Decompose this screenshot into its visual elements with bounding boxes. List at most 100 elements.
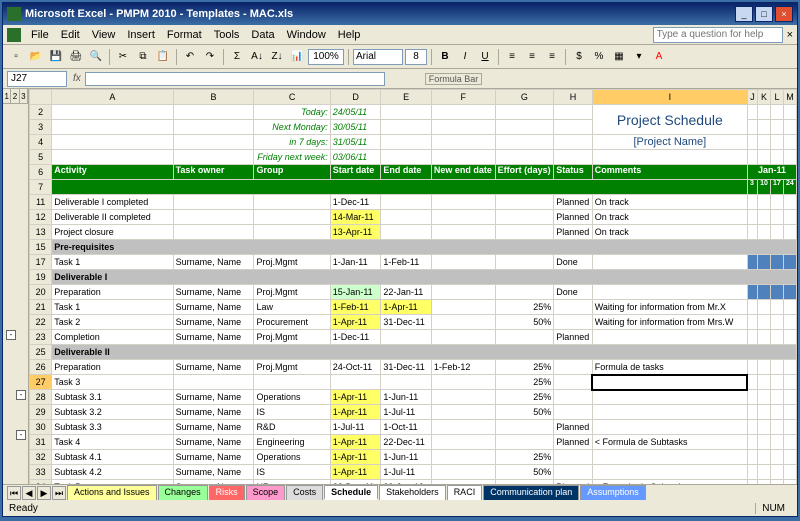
col-header[interactable]: A — [52, 90, 173, 105]
close-button[interactable]: × — [775, 6, 793, 22]
sheet-tab[interactable]: Assumptions — [580, 485, 646, 500]
col-header[interactable]: J — [747, 90, 757, 105]
spreadsheet-grid[interactable]: A B C D E F G H I J K L M 2Today:24/05/1… — [29, 89, 797, 484]
col-header[interactable]: L — [771, 90, 784, 105]
outline-level-3[interactable]: 3 — [20, 89, 28, 103]
tab-nav-next[interactable]: ▶ — [37, 486, 51, 500]
currency-icon[interactable]: $ — [570, 48, 588, 66]
table-row[interactable]: 21Task 1Surname, NameLaw1-Feb-111-Apr-11… — [30, 300, 797, 315]
save-icon[interactable]: 💾 — [47, 48, 65, 66]
menu-view[interactable]: View — [86, 27, 122, 43]
redo-icon[interactable]: ↷ — [201, 48, 219, 66]
preview-icon[interactable]: 🔍 — [87, 48, 105, 66]
undo-icon[interactable]: ↶ — [181, 48, 199, 66]
outline-collapse-button[interactable]: - — [16, 390, 26, 400]
sheet-tab[interactable]: Stakeholders — [379, 485, 446, 500]
menu-edit[interactable]: Edit — [55, 27, 86, 43]
table-row[interactable]: 19Deliverable I — [30, 270, 797, 285]
sheet-tab[interactable]: Scope — [246, 485, 286, 500]
outline-column[interactable]: 1 2 3 - - - — [3, 89, 29, 484]
font-color-icon[interactable]: A — [650, 48, 668, 66]
col-header[interactable]: H — [554, 90, 592, 105]
outline-level-1[interactable]: 1 — [3, 89, 11, 103]
menu-help[interactable]: Help — [332, 27, 367, 43]
table-row[interactable]: 12Deliverable II completed14-Mar-11Plann… — [30, 210, 797, 225]
table-row[interactable]: 17Task 1Surname, NameProj.Mgmt1-Jan-111-… — [30, 255, 797, 270]
sheet-tab[interactable]: RACI — [447, 485, 483, 500]
italic-icon[interactable]: I — [456, 48, 474, 66]
col-header[interactable]: C — [254, 90, 330, 105]
bold-icon[interactable]: B — [436, 48, 454, 66]
align-left-icon[interactable]: ≡ — [503, 48, 521, 66]
sheet-tab[interactable]: Schedule — [324, 485, 378, 500]
name-box[interactable] — [7, 71, 67, 87]
col-header[interactable]: F — [431, 90, 495, 105]
table-row[interactable]: 29Subtask 3.2Surname, NameIS1-Apr-111-Ju… — [30, 405, 797, 420]
table-row[interactable]: 25Deliverable II — [30, 345, 797, 360]
col-header[interactable]: I — [592, 90, 747, 105]
outline-level-2[interactable]: 2 — [11, 89, 19, 103]
tab-nav-prev[interactable]: ◀ — [22, 486, 36, 500]
col-header[interactable]: D — [330, 90, 381, 105]
print-icon[interactable]: 🖨 — [67, 48, 85, 66]
sort-asc-icon[interactable]: A↓ — [248, 48, 266, 66]
cut-icon[interactable]: ✂ — [114, 48, 132, 66]
minimize-button[interactable]: _ — [735, 6, 753, 22]
tab-nav-last[interactable]: ⏭ — [52, 486, 66, 500]
menu-file[interactable]: File — [25, 27, 55, 43]
col-header[interactable]: E — [381, 90, 432, 105]
table-row[interactable]: 26PreparationSurname, NameProj.Mgmt24-Oc… — [30, 360, 797, 375]
new-icon[interactable]: ▫ — [7, 48, 25, 66]
sum-icon[interactable]: Σ — [228, 48, 246, 66]
titlebar[interactable]: Microsoft Excel - PMPM 2010 - Templates … — [3, 3, 797, 25]
close-workbook-button[interactable]: × — [787, 29, 793, 41]
table-row[interactable]: 13Project closure13-Apr-11PlannedOn trac… — [30, 225, 797, 240]
table-row[interactable]: 33Subtask 4.2Surname, NameIS1-Apr-111-Ju… — [30, 465, 797, 480]
align-center-icon[interactable]: ≡ — [523, 48, 541, 66]
fill-color-icon[interactable]: ▾ — [630, 48, 648, 66]
open-icon[interactable]: 📂 — [27, 48, 45, 66]
table-row[interactable]: 27Task 325% — [30, 375, 797, 390]
table-row[interactable]: 30Subtask 3.3Surname, NameR&D1-Jul-111-O… — [30, 420, 797, 435]
sheet-tab[interactable]: Communication plan — [483, 485, 579, 500]
font-select[interactable] — [353, 49, 403, 65]
paste-icon[interactable]: 📋 — [154, 48, 172, 66]
zoom-input[interactable] — [308, 49, 344, 65]
align-right-icon[interactable]: ≡ — [543, 48, 561, 66]
help-search-input[interactable] — [653, 27, 783, 43]
column-headers[interactable]: A B C D E F G H I J K L M — [30, 90, 797, 105]
borders-icon[interactable]: ▦ — [610, 48, 628, 66]
underline-icon[interactable]: U — [476, 48, 494, 66]
outline-collapse-button[interactable]: - — [6, 330, 16, 340]
table-row[interactable]: 28Subtask 3.1Surname, NameOperations1-Ap… — [30, 390, 797, 405]
chart-icon[interactable]: 📊 — [288, 48, 306, 66]
table-row[interactable]: 22Task 2Surname, NameProcurement1-Apr-11… — [30, 315, 797, 330]
table-row[interactable]: 20PreparationSurname, NameProj.Mgmt15-Ja… — [30, 285, 797, 300]
col-header[interactable]: B — [173, 90, 254, 105]
col-header[interactable]: G — [495, 90, 554, 105]
table-row[interactable]: 34Task 5Surname, NameHR22-Dec-1122-Jan-1… — [30, 480, 797, 485]
col-header[interactable]: M — [783, 90, 796, 105]
fx-icon[interactable]: fx — [73, 73, 81, 84]
tab-nav-first[interactable]: ⏮ — [7, 486, 21, 500]
sheet-tab[interactable]: Risks — [209, 485, 245, 500]
formula-bar[interactable] — [85, 72, 385, 86]
table-row[interactable]: 32Subtask 4.1Surname, NameOperations1-Ap… — [30, 450, 797, 465]
table-row[interactable]: 23CompletionSurname, NameProj.Mgmt1-Dec-… — [30, 330, 797, 345]
col-header[interactable]: K — [758, 90, 771, 105]
menu-tools[interactable]: Tools — [208, 27, 246, 43]
menu-insert[interactable]: Insert — [121, 27, 161, 43]
table-row[interactable]: 15Pre-requisites — [30, 240, 797, 255]
menu-window[interactable]: Window — [281, 27, 332, 43]
table-row[interactable]: 31Task 4Surname, NameEngineering1-Apr-11… — [30, 435, 797, 450]
select-all-button[interactable] — [30, 90, 52, 105]
percent-icon[interactable]: % — [590, 48, 608, 66]
menu-format[interactable]: Format — [161, 27, 208, 43]
font-size-select[interactable] — [405, 49, 427, 65]
maximize-button[interactable]: □ — [755, 6, 773, 22]
menu-data[interactable]: Data — [245, 27, 280, 43]
copy-icon[interactable]: ⧉ — [134, 48, 152, 66]
sheet-tab[interactable]: Changes — [158, 485, 208, 500]
sheet-tab[interactable]: Actions and Issues — [67, 485, 157, 500]
sort-desc-icon[interactable]: Z↓ — [268, 48, 286, 66]
